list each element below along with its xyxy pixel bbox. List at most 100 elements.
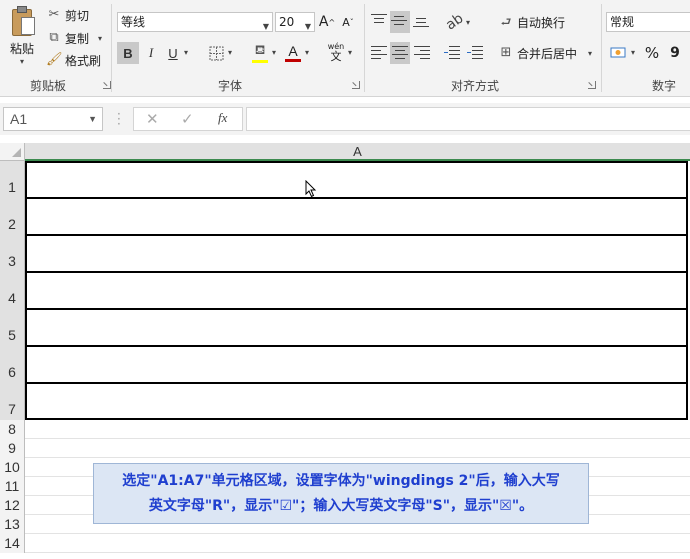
row-header-3[interactable]: 3 — [0, 235, 25, 272]
font-name-value: 等线 — [121, 15, 146, 29]
bold-button[interactable]: B — [117, 42, 139, 64]
currency-icon — [610, 47, 626, 58]
row-header-9[interactable]: 9 — [0, 439, 25, 458]
underline-button[interactable]: U — [162, 42, 184, 64]
align-left-button[interactable] — [371, 46, 389, 60]
alignment-group-label: 对齐方式 — [451, 79, 500, 93]
row-header-11[interactable]: 11 — [0, 477, 25, 496]
row-header-6[interactable]: 6 — [0, 346, 25, 383]
clipboard-group-label: 剪贴板 — [30, 79, 67, 93]
note-line-2: 英文字母"R"，显示"☑"；输入大写英文字母"S"，显示"☒"。 — [148, 498, 534, 514]
copy-icon: ⧉ — [49, 30, 59, 45]
enter-check-icon[interactable]: ✓ — [181, 110, 194, 128]
comma-style-button[interactable]: 9 — [668, 43, 682, 63]
currency-button[interactable] — [608, 43, 630, 63]
mouse-pointer-icon — [305, 180, 317, 198]
insert-function-icon[interactable]: fx — [218, 110, 227, 126]
alignment-launcher-icon[interactable] — [588, 81, 596, 89]
wrap-text-button[interactable]: ⮐ 自动换行 — [498, 12, 565, 32]
chevron-down-icon[interactable]: ▼ — [305, 18, 311, 36]
grow-font-icon: A — [318, 14, 329, 30]
name-box[interactable]: A1 ▼ — [3, 107, 103, 131]
align-middle-button[interactable] — [391, 14, 409, 28]
borders-button[interactable] — [207, 44, 225, 62]
font-size-combo[interactable]: 20 ▼ — [275, 12, 315, 32]
font-group-label: 字体 — [218, 79, 243, 93]
orientation-dropdown-icon[interactable]: ▾ — [466, 18, 470, 27]
fill-color-button[interactable]: ⛾ — [250, 42, 270, 64]
instruction-note: 选定"A1:A7"单元格区域，设置字体为"wingdings 2"后，输入大写 … — [93, 463, 589, 524]
merge-dropdown-icon[interactable]: ▾ — [588, 49, 592, 58]
row-header-2[interactable]: 2 — [0, 198, 25, 235]
increase-indent-button[interactable] — [467, 46, 485, 60]
number-format-combo[interactable]: 常规 — [606, 12, 690, 32]
row-header-7[interactable]: 7 — [0, 383, 25, 420]
formula-tools: ✕ ✓ fx — [133, 107, 243, 131]
percent-button[interactable]: % — [643, 43, 661, 63]
selected-range-A1-A7[interactable] — [25, 161, 688, 420]
row-header-5[interactable]: 5 — [0, 309, 25, 346]
font-color-icon: A — [288, 43, 298, 59]
copy-label: 复制 — [65, 31, 90, 46]
shrink-font-icon: A — [342, 15, 350, 29]
paste-label: 粘贴 — [9, 42, 34, 56]
cell-A8[interactable] — [25, 420, 688, 439]
row-header-10[interactable]: 10 — [0, 458, 25, 477]
row-header-8[interactable]: 8 — [0, 420, 25, 439]
align-top-button[interactable] — [371, 14, 389, 28]
formula-input[interactable] — [246, 107, 690, 131]
clipboard-launcher-icon[interactable] — [103, 81, 111, 89]
format-painter-label: 格式刷 — [65, 53, 102, 68]
column-header-A[interactable]: A — [25, 143, 690, 161]
merge-cells-icon: ⊞ — [500, 45, 512, 60]
grow-font-button[interactable]: A ^ — [319, 12, 335, 32]
copy-dropdown-icon[interactable]: ▾ — [98, 34, 102, 43]
row-header-1[interactable]: 1 — [0, 161, 25, 198]
cut-label: 剪切 — [65, 8, 90, 23]
align-right-button[interactable] — [414, 46, 432, 60]
orientation-button[interactable]: ab — [443, 10, 467, 34]
font-size-value: 20 — [279, 15, 295, 29]
wrap-text-icon: ⮐ — [500, 15, 512, 29]
format-painter-button[interactable]: 🖌 格式刷 — [46, 50, 101, 70]
text-orientation-icon: ab — [443, 10, 467, 34]
select-all-corner[interactable] — [0, 143, 25, 161]
row-header-12[interactable]: 12 — [0, 496, 25, 515]
row-header-14[interactable]: 14 — [0, 534, 25, 553]
formula-bar: A1 ▼ · · · ✕ ✓ fx — [0, 103, 690, 135]
merge-center-button[interactable]: ⊞ 合并后居中 ▾ — [498, 43, 592, 63]
row-header-13[interactable]: 13 — [0, 515, 25, 534]
name-box-value: A1 — [10, 111, 28, 127]
font-color-button[interactable]: A — [284, 42, 302, 64]
font-name-combo[interactable]: 等线 ▼ — [117, 12, 273, 32]
paste-dropdown-icon[interactable]: ▾ — [20, 57, 24, 66]
more-dots-icon: · · · — [117, 107, 121, 131]
align-center-button[interactable] — [392, 46, 410, 60]
copy-button[interactable]: ⧉ 复制 ▾ — [46, 28, 102, 48]
currency-dropdown-icon[interactable]: ▾ — [631, 48, 635, 57]
paintbrush-icon: 🖌 — [46, 52, 63, 67]
font-launcher-icon[interactable] — [352, 81, 360, 89]
cell-A14[interactable] — [25, 534, 688, 553]
number-format-value: 常规 — [610, 15, 635, 29]
chevron-down-icon[interactable]: ▼ — [88, 108, 97, 130]
cell-A9[interactable] — [25, 439, 688, 458]
row-header-4[interactable]: 4 — [0, 272, 25, 309]
note-line-1: 选定"A1:A7"单元格区域，设置字体为"wingdings 2"后，输入大写 — [122, 473, 560, 489]
underline-dropdown-icon[interactable]: ▾ — [184, 48, 188, 57]
shrink-font-button[interactable]: Aˇ — [340, 12, 356, 32]
align-bottom-button[interactable] — [413, 14, 431, 28]
merge-center-label: 合并后居中 — [517, 46, 578, 61]
cut-button[interactable]: ✂ 剪切 — [46, 5, 89, 25]
decrease-indent-button[interactable] — [444, 46, 462, 60]
paste-button[interactable]: 粘贴 ▾ — [4, 4, 40, 68]
cancel-icon[interactable]: ✕ — [146, 110, 159, 128]
paste-icon — [10, 6, 35, 36]
phonetic-button[interactable]: wén 文 — [324, 40, 348, 64]
chevron-down-icon[interactable]: ▼ — [263, 18, 269, 36]
phonetic-dropdown-icon[interactable]: ▾ — [348, 48, 352, 57]
borders-dropdown-icon[interactable]: ▾ — [228, 48, 232, 57]
italic-button[interactable]: I — [140, 42, 162, 64]
fill-color-dropdown-icon[interactable]: ▾ — [272, 48, 276, 57]
font-color-dropdown-icon[interactable]: ▾ — [305, 48, 309, 57]
